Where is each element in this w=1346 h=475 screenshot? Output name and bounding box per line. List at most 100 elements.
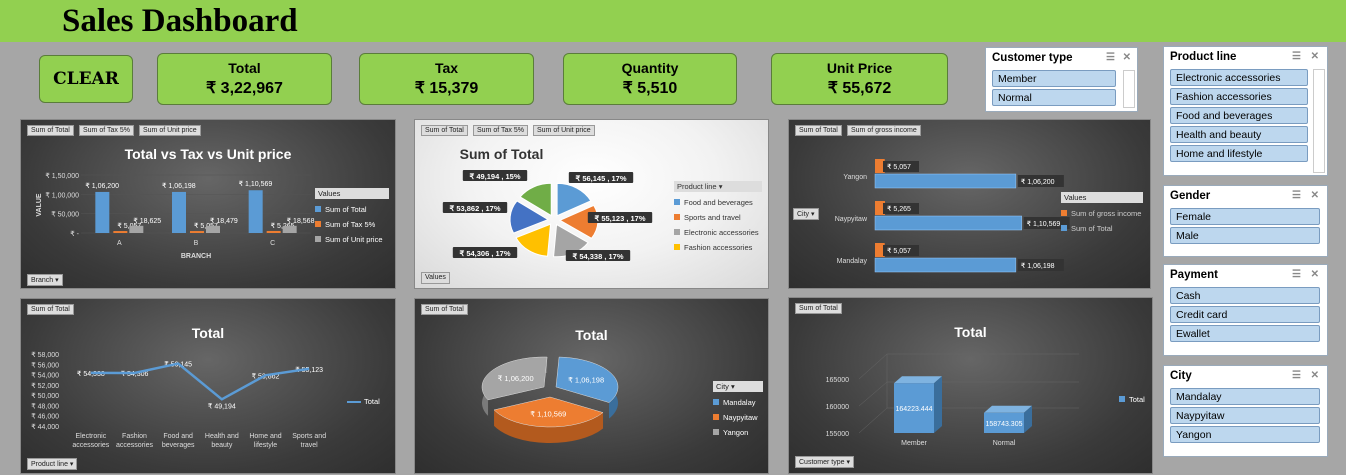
legend-item: Fashion accessories: [674, 243, 762, 252]
slicer-item-female[interactable]: Female: [1170, 208, 1320, 225]
filter-customer-type-dropdown[interactable]: Customer type ▾: [795, 456, 854, 468]
y-tick-label: ₹ 44,000: [31, 423, 59, 431]
multi-select-icon[interactable]: ☰: [1292, 190, 1301, 201]
multi-select-icon[interactable]: ☰: [1106, 52, 1115, 63]
kpi-tax: Tax ₹ 15,379: [359, 53, 534, 105]
data-label: ₹ 54,338 , 17%: [572, 252, 623, 261]
filter-branch-dropdown[interactable]: Branch ▾: [27, 274, 63, 286]
legend-title[interactable]: Values: [315, 188, 389, 199]
clear-filter-icon[interactable]: ✕: [1311, 190, 1319, 201]
y-tick-label: ₹ 56,000: [31, 361, 59, 369]
kpi-unit-price: Unit Price ₹ 55,672: [771, 53, 948, 105]
slicer-title: Gender: [1170, 190, 1211, 202]
legend-item: Naypyitaw: [713, 413, 763, 422]
clear-filter-icon[interactable]: ✕: [1311, 370, 1319, 381]
filter-label: Branch: [31, 277, 54, 284]
slicer-item[interactable]: Electronic accessories: [1170, 69, 1308, 86]
slicer-payment: Payment ☰ ✕ Cash Credit card Ewallet: [1163, 264, 1328, 356]
filter-product-line-dropdown[interactable]: Product line ▾: [27, 458, 78, 470]
clear-filter-icon[interactable]: ✕: [1123, 52, 1131, 63]
chart-branch-panel: Sum of Total Sum of Tax 5% Sum of Unit p…: [20, 119, 396, 289]
y-tick-label: ₹ 46,000: [31, 413, 59, 421]
slicer-product-line: Product line ☰ ✕ Electronic accessories Fa…: [1163, 46, 1328, 176]
bar: [874, 257, 1017, 273]
multi-select-icon[interactable]: ☰: [1292, 269, 1301, 280]
kpi-value: ₹ 5,510: [622, 80, 678, 97]
slicer-header: Customer type ☰ ✕: [986, 48, 1137, 68]
bar: [206, 225, 220, 233]
data-label: ₹ 1,10,569: [530, 409, 566, 418]
chart-legend: City ▾ Mandalay Naypyitaw Yangon: [713, 381, 763, 437]
slicer-item-cash[interactable]: Cash: [1170, 287, 1320, 304]
multi-select-icon[interactable]: ☰: [1292, 51, 1301, 62]
slicer-item-ewallet[interactable]: Ewallet: [1170, 325, 1320, 342]
slicer-item-mandalay[interactable]: Mandalay: [1170, 388, 1320, 405]
y-tick-label: 160000: [826, 404, 849, 411]
bar: [172, 191, 186, 233]
clear-filter-icon[interactable]: ✕: [1311, 51, 1319, 62]
kpi-value: ₹ 3,22,967: [206, 80, 283, 97]
filter-city-dropdown[interactable]: City ▾: [793, 208, 819, 220]
x-tick-label: Health and: [205, 433, 239, 440]
x-tick-label: Electronic: [75, 433, 106, 440]
slicer-item-member[interactable]: Member: [992, 70, 1116, 87]
data-label: ₹ 5,057: [887, 247, 911, 255]
bar: [113, 231, 128, 233]
chart-city-bar-panel: Sum of Total Sum of gross income Yangon ₹…: [788, 119, 1151, 289]
y-tick-label: ₹ 58,000: [31, 351, 59, 359]
y-tick-label: 155000: [826, 431, 849, 438]
x-tick-label: Fashion: [122, 433, 147, 440]
legend-title[interactable]: Product line ▾: [674, 181, 762, 192]
series-line: [90, 362, 310, 401]
data-label: ₹ 49,194 , 15%: [469, 172, 520, 181]
data-label: ₹ 1,06,200: [85, 182, 119, 190]
data-label: ₹ 1,06,198: [568, 375, 604, 384]
data-label: 164223.444: [896, 406, 933, 413]
slicer-item-normal[interactable]: Normal: [992, 89, 1116, 106]
gridline: [858, 353, 1079, 434]
legend-item: Sum of gross income: [1061, 209, 1143, 218]
slicer-scrollbar[interactable]: [1313, 69, 1325, 173]
data-label: ₹ 18,479: [210, 217, 238, 225]
data-label: ₹ 5,265: [887, 205, 911, 213]
bar: [266, 230, 281, 233]
multi-select-icon[interactable]: ☰: [1292, 370, 1301, 381]
category-label: Yangon: [843, 174, 867, 181]
bar-top: [894, 376, 942, 384]
data-label: ₹ 1,10,569: [1027, 220, 1061, 228]
slicer-item-yangon[interactable]: Yangon: [1170, 426, 1320, 443]
kpi-label: Quantity: [621, 60, 679, 76]
bar-side: [934, 376, 942, 433]
chart-product-pie-panel: Sum of Total Sum of Tax 5% Sum of Unit p…: [414, 119, 769, 289]
data-label: ₹ 1,06,200: [498, 374, 534, 383]
clear-button[interactable]: CLEAR: [39, 55, 133, 103]
slicer-item[interactable]: Fashion accessories: [1170, 88, 1308, 105]
kpi-label: Total: [228, 60, 261, 76]
legend-item: Electronic accessories: [674, 228, 762, 237]
slicer-item[interactable]: Health and beauty: [1170, 126, 1308, 143]
slicer-item[interactable]: Food and beverages: [1170, 107, 1308, 124]
filter-values-dropdown[interactable]: Values: [421, 272, 450, 284]
legend-title[interactable]: Values: [1061, 192, 1143, 203]
legend-item: Mandalay: [713, 398, 763, 407]
y-tick-label: ₹ 52,000: [31, 382, 59, 390]
slicer-item-male[interactable]: Male: [1170, 227, 1320, 244]
bar: [874, 215, 1022, 231]
page-title: Sales Dashboard: [62, 3, 298, 39]
clear-filter-icon[interactable]: ✕: [1311, 269, 1319, 280]
data-label: ₹ 54,306 , 17%: [459, 249, 510, 258]
slicer-gender: Gender ☰ ✕ Female Male: [1163, 185, 1328, 257]
slicer-item[interactable]: Home and lifestyle: [1170, 145, 1308, 162]
bar: [129, 225, 144, 233]
bar: [874, 173, 1017, 189]
slicer-title: Product line: [1170, 51, 1237, 63]
chart-legend: Total: [347, 397, 380, 406]
slicer-item-credit-card[interactable]: Credit card: [1170, 306, 1320, 323]
x-tick-label: beauty: [211, 442, 233, 449]
slicer-scrollbar[interactable]: [1123, 70, 1135, 108]
x-axis-title: BRANCH: [181, 253, 211, 260]
data-label: 158743.305: [986, 421, 1023, 428]
legend-title[interactable]: City ▾: [713, 381, 763, 392]
slicer-item-naypyitaw[interactable]: Naypyitaw: [1170, 407, 1320, 424]
data-label: ₹ 1,06,198: [162, 182, 196, 190]
